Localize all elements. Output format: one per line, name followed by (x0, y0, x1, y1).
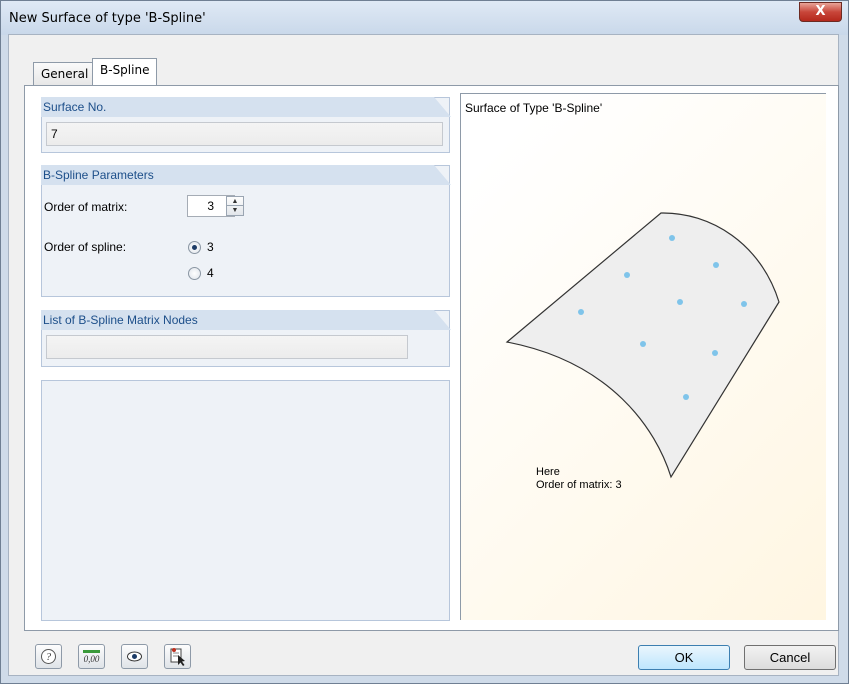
matrix-nodes-title: List of B-Spline Matrix Nodes (43, 313, 198, 327)
ok-button[interactable]: OK (638, 645, 730, 670)
window-title: New Surface of type 'B-Spline' (9, 11, 206, 26)
order-matrix-value: 3 (207, 199, 214, 213)
surface-no-value: 7 (51, 127, 58, 141)
tab-general[interactable]: General (33, 62, 97, 86)
preview-note-line2: Order of matrix: 3 (536, 479, 622, 491)
svg-text:?: ? (46, 652, 51, 663)
node-point (578, 309, 584, 315)
matrix-nodes-field (46, 335, 408, 359)
numeric-display-button[interactable]: 0,00 (78, 644, 105, 669)
preview-panel: Surface of Type 'B-Spline' Here Order of… (460, 93, 826, 620)
help-icon: ? (36, 645, 61, 668)
view-icon (122, 645, 147, 668)
empty-panel (41, 380, 450, 621)
node-point (677, 299, 683, 305)
order-matrix-spinner[interactable]: ▲ ▼ (226, 196, 244, 216)
bspline-params-title: B-Spline Parameters (43, 168, 154, 182)
node-point (741, 301, 747, 307)
matrix-nodes-group: List of B-Spline Matrix Nodes (41, 310, 451, 367)
numeric-display-icon: 0,00 (79, 645, 104, 668)
tab-bspline[interactable]: B-Spline (92, 58, 158, 85)
select-pointer-icon (165, 645, 190, 668)
tab-general-label: General (41, 67, 89, 81)
tab-bspline-label: B-Spline (100, 63, 150, 77)
select-pointer-button[interactable] (164, 644, 191, 669)
node-point (713, 262, 719, 268)
spin-up-icon[interactable]: ▲ (227, 197, 243, 206)
bspline-params-group: B-Spline Parameters (41, 165, 451, 297)
order-matrix-label: Order of matrix: (44, 200, 128, 214)
matrix-nodes-header: List of B-Spline Matrix Nodes (41, 310, 451, 330)
bspline-surface-graphic (505, 212, 780, 479)
order-spline-label: Order of spline: (44, 240, 127, 254)
view-button[interactable] (121, 644, 148, 669)
bspline-params-header: B-Spline Parameters (41, 165, 451, 185)
close-icon: X (815, 4, 826, 19)
svg-text:0,00: 0,00 (84, 654, 100, 664)
node-point (624, 272, 630, 278)
surface-no-group: Surface No. 7 (41, 97, 451, 153)
surface-no-header: Surface No. (41, 97, 451, 117)
cancel-button[interactable]: Cancel (744, 645, 836, 670)
help-button[interactable]: ? (35, 644, 62, 669)
node-point (640, 341, 646, 347)
spline-order-4-radio[interactable] (188, 267, 201, 280)
title-bar[interactable]: New Surface of type 'B-Spline' X (1, 1, 848, 35)
surface-no-field: 7 (46, 122, 443, 146)
preview-note-line1: Here (536, 466, 560, 478)
spline-order-4-label: 4 (207, 266, 214, 280)
close-button[interactable]: X (799, 2, 842, 22)
node-point (683, 394, 689, 400)
node-point (669, 235, 675, 241)
node-point (712, 350, 718, 356)
spin-down-icon[interactable]: ▼ (227, 206, 243, 215)
surface-no-title: Surface No. (43, 100, 107, 114)
spline-order-3-radio[interactable] (188, 241, 201, 254)
spline-order-3-label: 3 (207, 240, 214, 254)
